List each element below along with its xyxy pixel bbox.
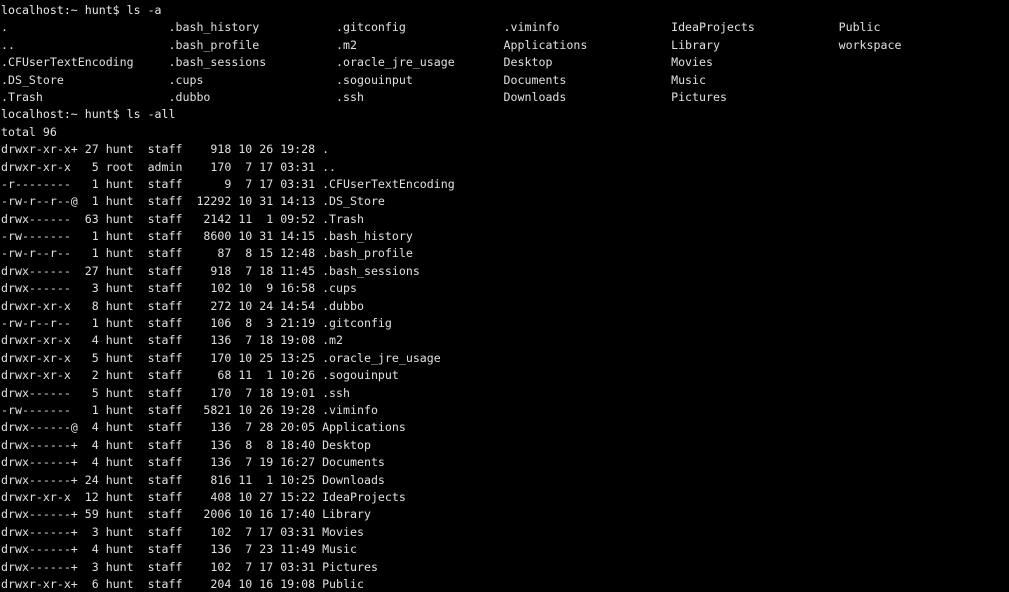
- ls-all-row: drwx------@ 4 hunt staff 136 7 28 20:05 …: [1, 420, 406, 435]
- ls-all-row: drwx------+ 59 hunt staff 2006 10 16 17:…: [1, 507, 371, 522]
- ls-all-row: drwxr-xr-x 8 hunt staff 272 10 24 14:54 …: [1, 298, 364, 313]
- ls-all-row: drwx------ 63 hunt staff 2142 11 1 09:52…: [1, 211, 364, 226]
- ls-all-row: drwxr-xr-x+ 6 hunt staff 204 10 16 19:08…: [1, 576, 364, 591]
- ls-all-row: drwx------+ 3 hunt staff 102 7 17 03:31 …: [1, 559, 378, 574]
- ls-all-row: -rw------- 1 hunt staff 5821 10 26 19:28…: [1, 402, 378, 417]
- ls-all-row: drwx------+ 3 hunt staff 102 7 17 03:31 …: [1, 524, 364, 539]
- terminal-screen[interactable]: localhost:~ hunt$ ls -a . .bash_history .…: [0, 0, 1009, 592]
- ls-all-row: drwx------+ 4 hunt staff 136 7 23 11:49 …: [1, 542, 357, 557]
- ls-all-row: drwxr-xr-x 4 hunt staff 136 7 18 19:08 .…: [1, 333, 344, 348]
- ls-all-row: -rw-r--r--@ 1 hunt staff 12292 10 31 14:…: [1, 194, 385, 209]
- ls-all-row: -rw------- 1 hunt staff 8600 10 31 14:15…: [1, 229, 413, 244]
- ls-a-row: .DS_Store .cups .sogouinput Documents Mu…: [1, 72, 706, 87]
- ls-all-row: drwxr-xr-x 2 hunt staff 68 11 1 10:26 .s…: [1, 368, 399, 383]
- ls-all-row: -r-------- 1 hunt staff 9 7 17 03:31 .CF…: [1, 176, 455, 191]
- ls-a-row: .CFUserTextEncoding .bash_sessions .orac…: [1, 55, 713, 70]
- ls-all-row: drwxr-xr-x 5 root admin 170 7 17 03:31 .…: [1, 159, 337, 174]
- ls-a-row: .Trash .dubbo .ssh Downloads Pictures: [1, 89, 727, 104]
- ls-all-total: total 96: [1, 124, 57, 139]
- ls-a-row: .. .bash_profile .m2 Applications Librar…: [1, 37, 902, 52]
- ls-all-row: drwx------+ 4 hunt staff 136 7 19 16:27 …: [1, 455, 385, 470]
- ls-a-row: . .bash_history .gitconfig .viminfo Idea…: [1, 20, 881, 35]
- ls-all-row: drwx------+ 24 hunt staff 816 11 1 10:25…: [1, 472, 385, 487]
- ls-all-row: drwx------ 5 hunt staff 170 7 18 19:01 .…: [1, 385, 351, 400]
- ls-all-row: -rw-r--r-- 1 hunt staff 106 8 3 21:19 .g…: [1, 316, 392, 331]
- ls-all-row: drwx------ 3 hunt staff 102 10 9 16:58 .…: [1, 281, 357, 296]
- ls-all-row: drwx------+ 4 hunt staff 136 8 8 18:40 D…: [1, 437, 371, 452]
- ls-all-row: drwx------ 27 hunt staff 918 7 18 11:45 …: [1, 263, 420, 278]
- command-prompt-1: localhost:~ hunt$ ls -a: [1, 3, 162, 17]
- ls-all-row: -rw-r--r-- 1 hunt staff 87 8 15 12:48 .b…: [1, 246, 413, 261]
- command-prompt-2: localhost:~ hunt$ ls -all: [1, 107, 176, 122]
- ls-all-row: drwxr-xr-x 12 hunt staff 408 10 27 15:22…: [1, 489, 406, 504]
- ls-all-row: drwxr-xr-x+ 27 hunt staff 918 10 26 19:2…: [1, 142, 330, 157]
- ls-all-row: drwxr-xr-x 5 hunt staff 170 10 25 13:25 …: [1, 350, 441, 365]
